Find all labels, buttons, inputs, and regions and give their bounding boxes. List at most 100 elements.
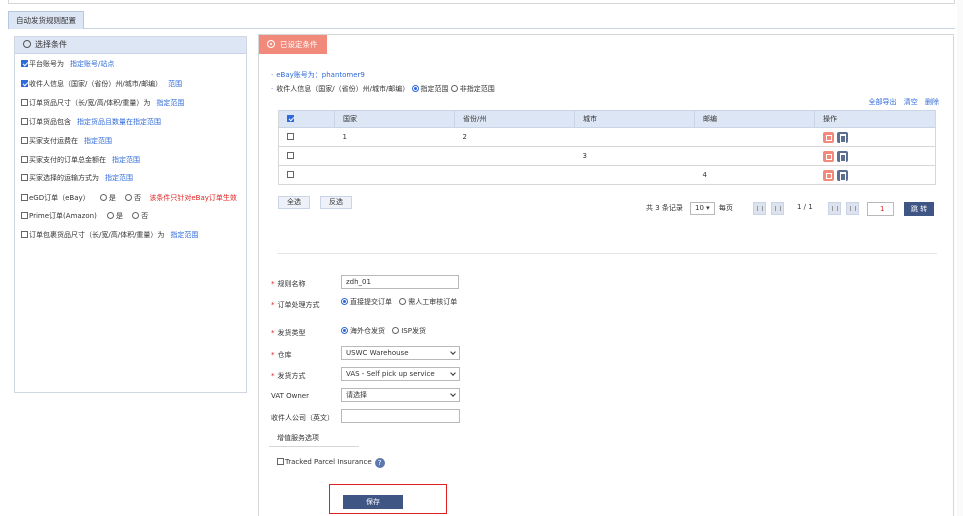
edit-icon[interactable]: [822, 169, 834, 181]
range-specified-radio[interactable]: [411, 85, 419, 92]
total-records: 共 3 条记录: [646, 204, 683, 212]
col-actions: 操作: [814, 110, 936, 128]
divider: [277, 253, 937, 254]
per-page-select[interactable]: 10 ▾: [690, 202, 715, 215]
chevron-down-icon: [450, 391, 456, 397]
clear-link[interactable]: 清空: [904, 98, 918, 106]
col-province: 省份/州: [454, 110, 575, 128]
company-label: 收件人公司（英文）: [271, 414, 334, 422]
edit-icon[interactable]: [822, 131, 834, 143]
condition-checkbox[interactable]: [21, 156, 28, 163]
condition-link[interactable]: 指定范围: [112, 156, 140, 164]
condition-link[interactable]: 指定货品且数量在指定范围: [77, 118, 161, 126]
trash-icon[interactable]: [836, 150, 848, 162]
target-icon: [267, 40, 275, 48]
help-icon[interactable]: ?: [374, 458, 385, 468]
condition-panel: 选择条件 平台账号为 指定账号/站点 收件人信息（国家/（省份）州/城市/邮编）范…: [14, 36, 247, 393]
edit-icon[interactable]: [822, 150, 834, 162]
manual-review-radio[interactable]: [399, 298, 407, 305]
scrollbar[interactable]: [957, 0, 963, 516]
trash-icon[interactable]: [836, 169, 848, 181]
condition-item: eGD订单（eBay） 是 否 该条件只针对eBay订单生效: [21, 193, 237, 203]
condition-checkbox[interactable]: [21, 212, 28, 219]
prime-yes-radio[interactable]: [107, 212, 115, 219]
condition-link[interactable]: 范围: [168, 80, 182, 88]
company-input[interactable]: [341, 409, 460, 423]
vat-owner-select[interactable]: 请选择: [341, 388, 460, 402]
tracked-parcel-option: Tracked Parcel Insurance?: [277, 458, 385, 468]
rule-name-input[interactable]: zdh_01: [341, 275, 459, 289]
condition-item: 收件人信息（国家/（省份）州/城市/邮编） 范围: [21, 79, 182, 89]
select-all-button[interactable]: 全选: [278, 196, 310, 209]
first-page-button[interactable]: [753, 202, 766, 215]
tab-bar: 自动发货规则配置: [8, 11, 955, 29]
row-checkbox[interactable]: [287, 133, 294, 140]
condition-link[interactable]: 指定账号/站点: [70, 60, 114, 68]
col-country: 国家: [334, 110, 455, 128]
direct-submit-radio[interactable]: [341, 298, 348, 305]
table-row: 3: [278, 146, 936, 166]
top-frame: [8, 0, 955, 4]
next-page-button[interactable]: [828, 202, 841, 215]
jump-button[interactable]: 跳 转: [904, 202, 934, 216]
condition-item: 订单包裹货品尺寸（长/宽/高/体积/重量）为 指定范围: [21, 230, 198, 240]
condition-item: 买家支付的订单总金额在 指定范围: [21, 155, 140, 165]
prev-page-button[interactable]: [771, 202, 784, 215]
table-header-row: 国家 省份/州 城市 邮编 操作: [278, 110, 936, 128]
invert-selection-button[interactable]: 反选: [320, 196, 352, 209]
vas-header: 增值服务选项: [269, 431, 359, 447]
table-actions: 全部导出 清空 删除: [864, 97, 939, 107]
condition-checkbox[interactable]: [21, 118, 28, 125]
ebay-account-info: · eBay账号为：phantomer9: [271, 71, 365, 79]
export-all-link[interactable]: 全部导出: [869, 98, 897, 106]
col-zip: 邮编: [694, 110, 815, 128]
delete-link[interactable]: 删除: [925, 98, 939, 106]
vat-owner-label: VAT Owner: [271, 392, 309, 400]
overseas-warehouse-radio[interactable]: [341, 327, 348, 334]
tracked-parcel-checkbox[interactable]: [277, 458, 284, 465]
save-button[interactable]: 保存: [343, 495, 403, 509]
ship-type-options: 海外仓发货 ISP发货: [341, 326, 426, 336]
tab-set-conditions[interactable]: 已设定条件: [259, 35, 327, 54]
row-checkbox[interactable]: [287, 152, 294, 159]
condition-link[interactable]: 指定范围: [105, 174, 133, 182]
prime-no-radio[interactable]: [132, 212, 140, 219]
condition-checkbox[interactable]: [21, 137, 28, 144]
condition-checkbox[interactable]: [21, 99, 28, 106]
condition-link[interactable]: 指定范围: [170, 231, 198, 239]
egd-yes-radio[interactable]: [99, 194, 107, 201]
condition-checkbox[interactable]: [21, 60, 28, 67]
isp-radio[interactable]: [392, 327, 400, 334]
chevron-down-icon: [450, 370, 456, 376]
row-checkbox[interactable]: [287, 171, 294, 178]
warehouse-select[interactable]: USWC Warehouse: [341, 346, 460, 360]
condition-link[interactable]: 指定范围: [156, 99, 184, 107]
tab-auto-ship-rule[interactable]: 自动发货规则配置: [8, 11, 84, 29]
last-page-button[interactable]: [846, 202, 859, 215]
processing-label: * 订单处理方式: [271, 301, 320, 309]
chevron-down-icon: [450, 349, 456, 355]
condition-link[interactable]: 指定范围: [84, 137, 112, 145]
select-all-checkbox[interactable]: [287, 115, 294, 122]
ship-method-label: * 发货方式: [271, 372, 306, 380]
processing-options: 直接提交订单 需人工审核订单: [341, 297, 471, 307]
page-number-input[interactable]: 1: [867, 202, 894, 216]
condition-item: 订单货品尺寸（长/宽/高/体积/重量）为 指定范围: [21, 98, 184, 108]
condition-item: 买家选择的运输方式为 指定范围: [21, 173, 133, 183]
trash-icon[interactable]: [836, 131, 848, 143]
table-row: 4: [278, 165, 936, 185]
condition-checkbox[interactable]: [21, 231, 28, 238]
circle-icon: [23, 40, 31, 48]
ship-method-select[interactable]: VAS - Self pick up service: [341, 367, 460, 381]
recipient-info: · 收件人信息（国家/（省份）州/城市/邮编） 指定范围 非指定范围: [271, 85, 495, 93]
table-row: 1 2: [278, 127, 936, 147]
egd-note: 该条件只针对eBay订单生效: [149, 194, 237, 202]
rule-name-label: * 规则名称: [271, 280, 306, 288]
condition-panel-header: 选择条件: [15, 37, 246, 54]
egd-no-radio[interactable]: [125, 194, 133, 201]
ship-type-label: * 发货类型: [271, 329, 306, 337]
condition-checkbox[interactable]: [21, 194, 28, 201]
condition-checkbox[interactable]: [21, 80, 28, 87]
range-unspecified-radio[interactable]: [450, 85, 458, 92]
condition-checkbox[interactable]: [21, 174, 28, 181]
